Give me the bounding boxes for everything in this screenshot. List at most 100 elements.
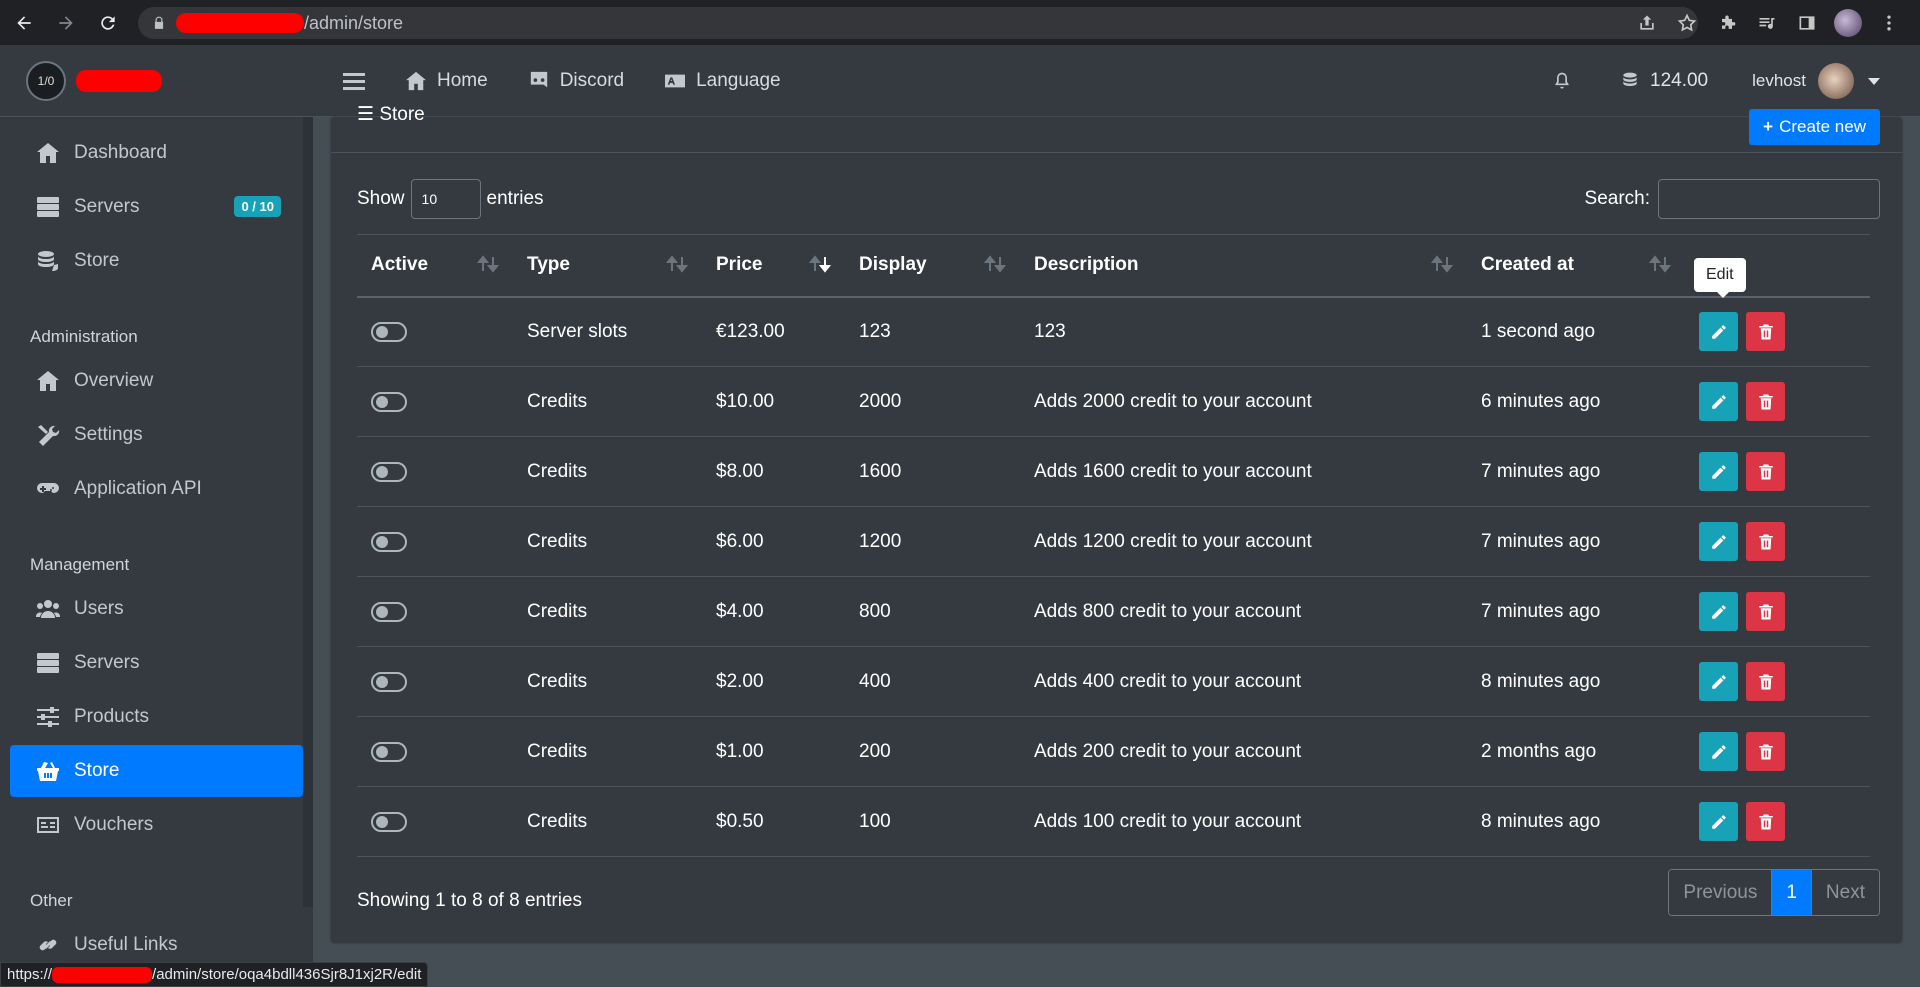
column-header-display[interactable]: Display [845,235,1020,297]
active-toggle[interactable] [371,671,407,692]
cell-active [357,787,513,857]
edit-button[interactable] [1699,732,1738,771]
sidebar-scrollbar[interactable] [303,117,313,907]
home-icon [406,71,426,90]
sidebar-item-servers[interactable]: Servers 0 / 10 [10,181,303,233]
bookmark-star-icon[interactable] [1674,10,1700,36]
media-icon[interactable] [1754,10,1780,36]
browser-toolbar: /admin/store [0,0,1920,45]
delete-button[interactable] [1746,732,1785,771]
user-avatar [1818,63,1854,99]
cell-description: Adds 1200 credit to your account [1034,530,1312,552]
pencil-icon [1711,604,1726,619]
delete-button[interactable] [1746,452,1785,491]
credits-balance[interactable]: 124.00 [1620,70,1708,92]
sidebar-header-administration: Administration [30,327,138,346]
nav-language-label: Language [696,69,781,91]
edit-button[interactable] [1699,592,1738,631]
pencil-icon [1711,744,1726,759]
search-input[interactable] [1658,179,1880,219]
sidebar-item-servers-admin[interactable]: Servers [10,637,303,689]
column-header-active[interactable]: Active [357,235,513,297]
cell-display: 1200 [859,530,902,552]
sidebar-item-application-api[interactable]: Application API [10,463,303,515]
delete-button[interactable] [1746,312,1785,352]
user-menu[interactable]: levhost [1752,63,1880,99]
delete-button[interactable] [1746,662,1785,701]
active-toggle[interactable] [371,811,407,832]
pagination-next[interactable]: Next [1811,870,1879,915]
active-toggle[interactable] [371,391,407,412]
gamepad-icon [34,477,62,501]
cell-price: $8.00 [716,460,764,482]
cell-display: 800 [859,600,891,622]
sidebar-item-users[interactable]: Users [10,583,303,635]
edit-button[interactable] [1699,452,1738,491]
edit-button[interactable] [1699,382,1738,421]
more-vert-icon[interactable] [1876,10,1902,36]
cell-created-at: 8 minutes ago [1481,670,1601,692]
sidebar-item-products[interactable]: Products [10,691,303,743]
edit-button[interactable] [1699,522,1738,561]
sort-desc-icon [809,255,831,273]
chevron-down-icon [1868,77,1880,85]
sidebar-item-label: Store [74,250,120,271]
cell-description: Adds 200 credit to your account [1034,740,1302,762]
sidebar-item-store-admin[interactable]: Store [10,745,303,797]
share-icon[interactable] [1634,10,1660,36]
sidebar-item-vouchers[interactable]: Vouchers [10,799,303,851]
delete-button[interactable] [1746,382,1785,421]
edit-button[interactable] [1699,662,1738,701]
delete-button[interactable] [1746,522,1785,561]
edit-button[interactable] [1699,312,1738,352]
table-row: Credits $6.00 1200 Adds 1200 credit to your… [357,507,1870,577]
sidebar-item-overview[interactable]: Overview [10,355,303,407]
active-toggle[interactable] [371,461,407,482]
nav-language-link[interactable]: Language [664,70,781,92]
cell-actions [1685,507,1870,577]
home-icon [34,141,62,165]
delete-button[interactable] [1746,802,1785,841]
forward-icon[interactable] [48,5,84,41]
active-toggle[interactable] [371,741,407,762]
menu-toggle-icon[interactable] [343,71,365,91]
table-header-row: Active Type Price Display Description Cr… [357,234,1870,297]
nav-discord-link[interactable]: Discord [528,70,624,92]
extensions-icon[interactable] [1714,10,1740,36]
table-row: Credits $2.00 400 Adds 400 credit to your a… [357,647,1870,717]
reload-icon[interactable] [90,5,126,41]
brand-logo: 1/0 [26,60,66,101]
cell-description: Adds 400 credit to your account [1034,670,1302,692]
active-toggle[interactable] [371,321,407,342]
profile-avatar[interactable] [1834,8,1862,37]
column-header-created-at[interactable]: Created at [1467,235,1685,297]
search-label: Search: [1584,188,1650,209]
trash-icon [1758,744,1773,759]
active-toggle[interactable] [371,601,407,622]
brand[interactable]: 1/0 [0,45,313,117]
back-icon[interactable] [6,5,42,41]
edit-button[interactable] [1699,802,1738,841]
active-toggle[interactable] [371,531,407,552]
pagination-page-1[interactable]: 1 [1772,870,1812,915]
column-header-type[interactable]: Type [513,235,702,297]
cell-active [357,507,513,577]
sidebar-item-dashboard[interactable]: Dashboard [10,127,303,179]
sidebar-item-label: Useful Links [74,934,178,955]
sidebar-item-label: Servers [74,196,140,217]
create-new-button[interactable]: + Create new [1749,109,1880,145]
address-bar[interactable]: /admin/store [138,7,1698,39]
cell-price: $1.00 [716,740,764,762]
column-header-description[interactable]: Description [1020,235,1467,297]
column-header-price[interactable]: Price [702,235,845,297]
notifications-bell-icon[interactable] [1552,71,1572,91]
sidebar-item-settings[interactable]: Settings [10,409,303,461]
pencil-icon [1711,325,1726,339]
cell-type: Server slots [527,320,628,342]
sidebar-item-store[interactable]: Store [10,235,303,287]
nav-home-link[interactable]: Home [405,70,488,92]
side-panel-icon[interactable] [1794,10,1820,36]
entries-per-page-input[interactable]: 10 [410,179,481,219]
delete-button[interactable] [1746,592,1785,631]
pagination-previous[interactable]: Previous [1669,870,1773,915]
